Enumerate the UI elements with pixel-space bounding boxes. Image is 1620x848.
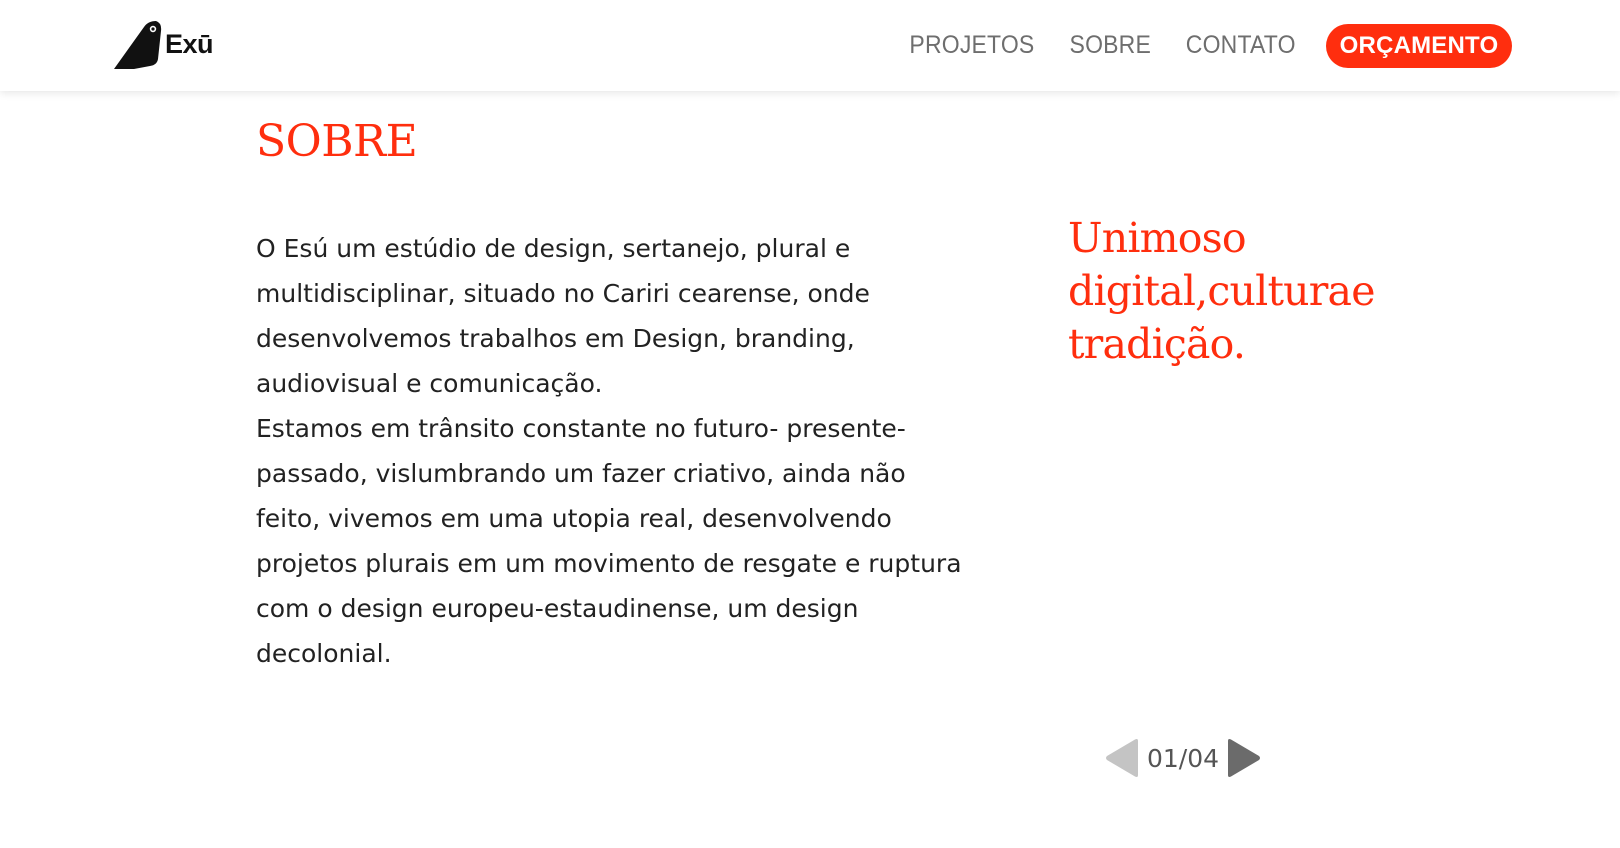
about-paragraph: O Esú um estúdio de design, sertanejo, p… bbox=[256, 234, 870, 398]
tagline-line: Unimoso bbox=[1068, 214, 1247, 262]
site-header: Exū PROJETOS SOBRE CONTATO ORÇAMENTO bbox=[0, 0, 1620, 91]
tagline-line: tradição. bbox=[1068, 320, 1246, 368]
main-nav: PROJETOS SOBRE CONTATO ORÇAMENTO bbox=[904, 0, 1620, 91]
pager-count: 01/04 bbox=[1147, 743, 1220, 773]
tagline-line: digital,culturae bbox=[1068, 267, 1375, 315]
triangle-right-icon bbox=[1228, 739, 1261, 777]
nav-sobre-link[interactable]: SOBRE bbox=[1070, 31, 1151, 60]
page-title: SOBRE bbox=[256, 116, 418, 167]
orcamento-button[interactable]: ORÇAMENTO bbox=[1326, 23, 1512, 68]
about-paragraph: Estamos em trânsito constante no futuro-… bbox=[256, 414, 962, 668]
prev-button[interactable] bbox=[1102, 736, 1142, 780]
about-text: O Esú um estúdio de design, sertanejo, p… bbox=[256, 226, 976, 676]
logo-link[interactable]: Exū bbox=[114, 18, 214, 70]
triangle-left-icon bbox=[1106, 739, 1138, 777]
carousel-pager: 01/04 bbox=[1102, 736, 1264, 780]
next-button[interactable] bbox=[1224, 736, 1264, 780]
nav-projetos-link[interactable]: PROJETOS bbox=[910, 31, 1035, 60]
bird-logo-icon bbox=[114, 21, 162, 69]
nav-contato-link[interactable]: CONTATO bbox=[1185, 31, 1295, 60]
logo-text: Exū bbox=[165, 28, 214, 59]
tagline: Unimoso digital,culturae tradição. bbox=[1068, 212, 1388, 371]
